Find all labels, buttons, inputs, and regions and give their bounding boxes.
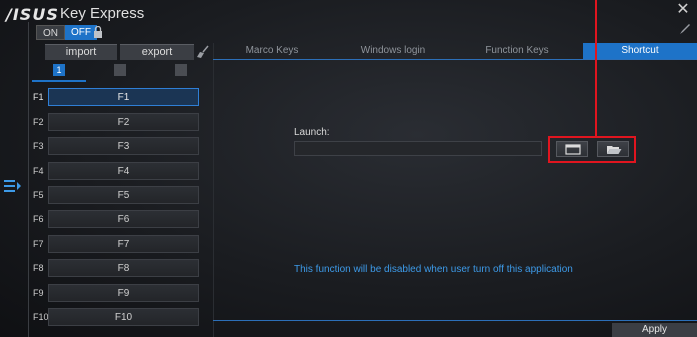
key-number: F5 <box>33 190 44 200</box>
import-button[interactable]: import <box>45 44 117 60</box>
key-field[interactable]: F2 <box>48 113 199 131</box>
page-tab-label: 1 <box>53 64 65 76</box>
launch-label: Launch: <box>294 127 330 138</box>
key-number: F7 <box>33 239 44 249</box>
key-number: F8 <box>33 263 44 273</box>
key-field[interactable]: F9 <box>48 284 199 302</box>
key-field[interactable]: F8 <box>48 259 199 277</box>
tab-shortcut[interactable]: Shortcut <box>583 43 697 59</box>
callout-highlight-box <box>548 136 636 163</box>
key-number: F10 <box>33 312 49 322</box>
key-row-f2[interactable]: F2 F2 <box>30 113 200 131</box>
power-toggle[interactable]: ON OFF <box>36 25 97 40</box>
key-number: F3 <box>33 141 44 151</box>
tab-windows-login[interactable]: Windows login <box>331 43 455 59</box>
key-field[interactable]: F10 <box>48 308 199 326</box>
callout-pointer-line <box>595 0 597 136</box>
key-number: F4 <box>33 166 44 176</box>
key-field[interactable]: F4 <box>48 162 199 180</box>
pen-icon[interactable] <box>678 22 692 36</box>
mode-tabs: Marco Keys Windows login Function Keys S… <box>213 43 697 60</box>
apply-button[interactable]: Apply <box>612 323 697 337</box>
key-row-f10[interactable]: F10 F10 <box>30 308 200 326</box>
key-number: F2 <box>33 117 44 127</box>
tab-function-keys[interactable]: Function Keys <box>455 43 579 59</box>
key-field[interactable]: F6 <box>48 210 199 228</box>
page-tab-3[interactable]: 3 <box>154 62 208 80</box>
key-row-f9[interactable]: F9 F9 <box>30 284 200 302</box>
key-row-f5[interactable]: F5 F5 <box>30 186 200 204</box>
disable-notice: This function will be disabled when user… <box>294 264 573 275</box>
key-row-f6[interactable]: F6 F6 <box>30 210 200 228</box>
key-express-window: /ISUS Key Express ✕ ON OFF import export… <box>0 0 697 337</box>
key-field[interactable]: F7 <box>48 235 199 253</box>
broom-icon[interactable] <box>196 45 210 59</box>
key-field[interactable]: F3 <box>48 137 199 155</box>
page-tab-label: 3 <box>175 64 187 76</box>
asus-logo: /ISUS <box>6 5 59 24</box>
content-divider <box>213 43 214 337</box>
lock-icon[interactable] <box>93 26 103 39</box>
page-tab-1[interactable]: 1 <box>32 62 86 82</box>
page-tab-2[interactable]: 2 <box>93 62 147 80</box>
launch-input[interactable] <box>294 141 542 156</box>
key-field[interactable]: F1 <box>48 88 199 106</box>
toggle-on[interactable]: ON <box>36 25 65 40</box>
key-number: F9 <box>33 288 44 298</box>
key-row-f8[interactable]: F8 F8 <box>30 259 200 277</box>
left-divider <box>28 22 29 337</box>
tab-marco-keys[interactable]: Marco Keys <box>213 43 331 59</box>
export-button[interactable]: export <box>120 44 194 60</box>
key-row-f1[interactable]: F1 F1 <box>30 88 200 106</box>
footer-divider <box>213 320 697 321</box>
key-row-f3[interactable]: F3 F3 <box>30 137 200 155</box>
page-tab-label: 2 <box>114 64 126 76</box>
key-field[interactable]: F5 <box>48 186 199 204</box>
key-row-f4[interactable]: F4 F4 <box>30 162 200 180</box>
key-number: F6 <box>33 214 44 224</box>
key-number: F1 <box>33 92 44 102</box>
key-row-f7[interactable]: F7 F7 <box>30 235 200 253</box>
menu-arrow-icon[interactable] <box>4 178 22 194</box>
close-icon[interactable]: ✕ <box>675 2 691 18</box>
app-title: Key Express <box>60 5 145 22</box>
